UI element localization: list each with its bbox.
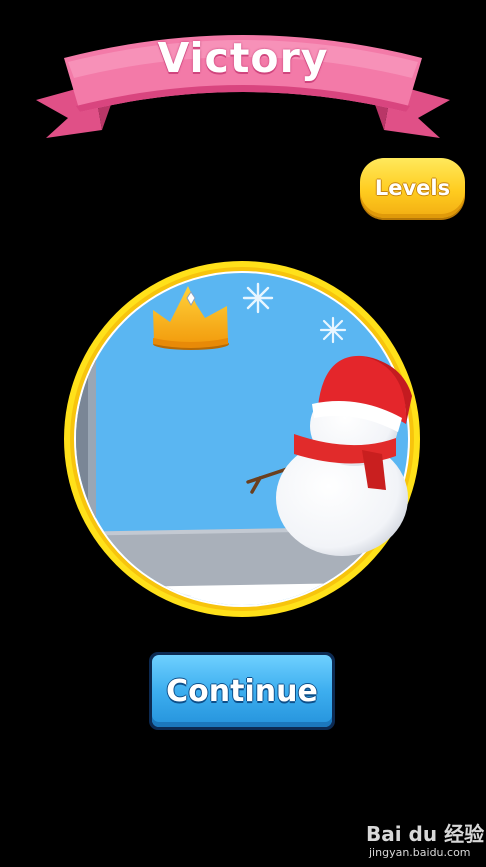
- watermark-logo: Bai du 经验: [366, 822, 485, 846]
- levels-button[interactable]: Levels: [360, 158, 465, 218]
- continue-button[interactable]: Continue: [149, 652, 335, 730]
- continue-button-label: Continue: [166, 673, 318, 709]
- levels-button-label: Levels: [374, 176, 451, 200]
- continue-button-face[interactable]: Continue: [152, 655, 332, 727]
- watermark: Bai du 经验 jingyan.baidu.com: [366, 818, 484, 864]
- level-preview: [64, 261, 420, 617]
- snowflake-icon: [319, 316, 347, 344]
- page-title: Victory: [157, 34, 329, 82]
- snowflake-icon: [242, 282, 274, 314]
- watermark-url: jingyan.baidu.com: [369, 846, 471, 859]
